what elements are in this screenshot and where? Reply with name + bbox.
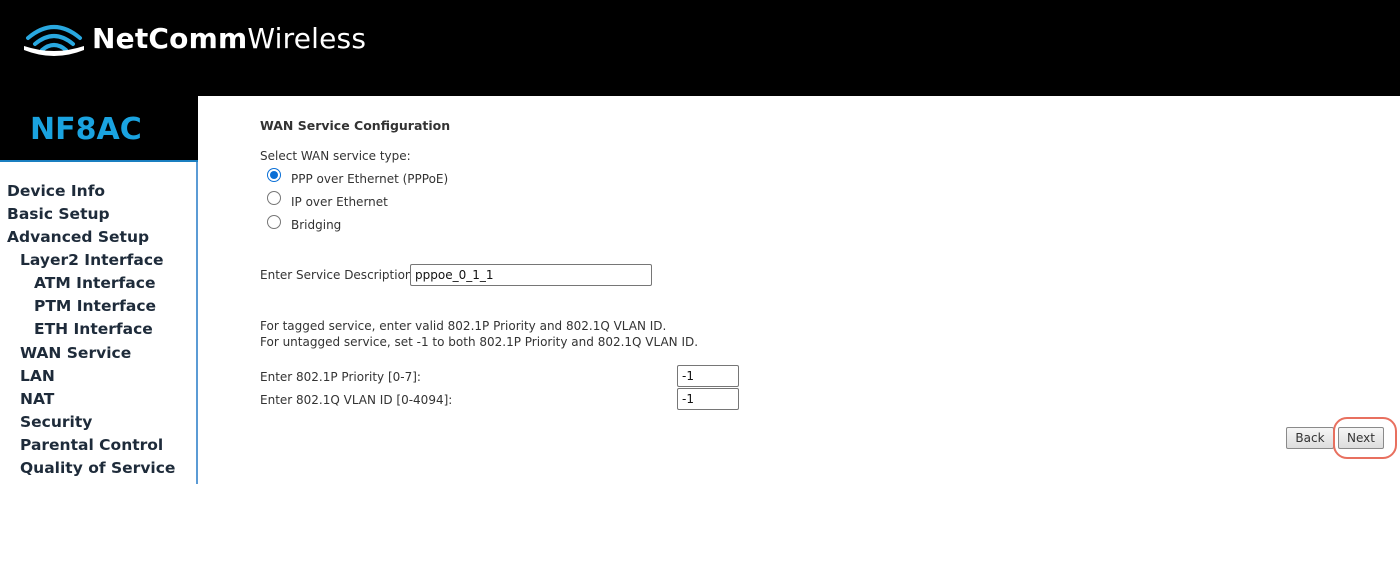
brand-light: Wireless: [247, 22, 367, 55]
service-description-input[interactable]: pppoe_0_1_1: [410, 264, 652, 286]
sidebar-item-atm-interface[interactable]: ATM Interface: [34, 274, 155, 292]
radio-ip-over-ethernet[interactable]: [267, 191, 281, 205]
top-header: NetCommWireless: [0, 0, 1400, 96]
sidebar-item-parental-control[interactable]: Parental Control: [20, 436, 163, 454]
page-title: WAN Service Configuration: [260, 118, 451, 133]
sidebar-item-nat[interactable]: NAT: [20, 390, 54, 408]
radio-bridging-label: Bridging: [291, 218, 342, 232]
radio-bridging[interactable]: [267, 215, 281, 229]
sidebar-item-security[interactable]: Security: [20, 413, 92, 431]
sidebar-item-device-info[interactable]: Device Info: [7, 182, 105, 200]
vlan-note-untagged: For untagged service, set -1 to both 802…: [260, 335, 699, 349]
vlan-id-label: Enter 802.1Q VLAN ID [0-4094]:: [260, 393, 453, 407]
radio-pppoe[interactable]: [267, 168, 281, 182]
sidebar-item-advanced-setup[interactable]: Advanced Setup: [7, 228, 149, 246]
sidebar-item-eth-interface[interactable]: ETH Interface: [34, 320, 153, 338]
next-button-highlight-ring: [1333, 417, 1397, 459]
sidebar-item-lan[interactable]: LAN: [20, 367, 55, 385]
sidebar-item-quality-of-service[interactable]: Quality of Service: [20, 459, 175, 477]
radio-pppoe-label: PPP over Ethernet (PPPoE): [291, 172, 449, 186]
sidebar-item-basic-setup[interactable]: Basic Setup: [7, 205, 110, 223]
wifi-logo-icon: [24, 25, 84, 56]
priority-input[interactable]: -1: [677, 365, 739, 387]
sidebar-item-wan-service[interactable]: WAN Service: [20, 344, 131, 362]
sidebar-item-layer2-interface[interactable]: Layer2 Interface: [20, 251, 164, 269]
device-model: NF8AC: [30, 112, 142, 147]
service-type-label: Select WAN service type:: [260, 149, 411, 163]
radio-ip-over-ethernet-label: IP over Ethernet: [291, 195, 388, 209]
sidebar-item-ptm-interface[interactable]: PTM Interface: [34, 297, 156, 315]
vlan-note-tagged: For tagged service, enter valid 802.1P P…: [260, 319, 667, 333]
back-button[interactable]: Back: [1286, 427, 1334, 449]
service-description-label: Enter Service Description:: [260, 268, 417, 282]
vlan-id-input[interactable]: -1: [677, 388, 739, 410]
brand-bold: NetComm: [92, 22, 248, 55]
brand-name: NetCommWireless: [92, 22, 366, 55]
priority-label: Enter 802.1P Priority [0-7]:: [260, 370, 421, 384]
